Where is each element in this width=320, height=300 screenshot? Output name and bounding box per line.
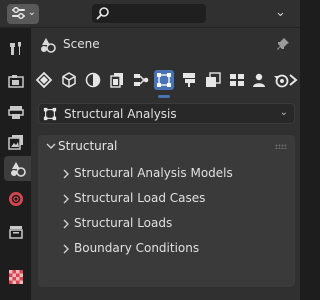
grid-icon[interactable]: [227, 70, 247, 90]
active-tab-indicator: [158, 95, 170, 98]
network-icon[interactable]: [131, 70, 151, 90]
context-header: Scene: [31, 28, 300, 60]
chevron-right-icon[interactable]: [287, 70, 299, 90]
view-layer-icon: [8, 134, 23, 150]
chevron-down-icon: ⌄: [279, 107, 288, 118]
structural-model-icon[interactable]: [154, 70, 174, 90]
search-icon: [96, 7, 109, 20]
subpanel-label: Structural Load Cases: [74, 191, 206, 205]
person-icon[interactable]: [249, 70, 269, 90]
signboard-icon[interactable]: [179, 70, 199, 90]
disclosure-right-icon: [63, 244, 69, 254]
collection-icon: [9, 225, 23, 239]
subpanel-boundary-conditions[interactable]: Boundary Conditions: [38, 237, 295, 261]
documents-icon[interactable]: [107, 70, 127, 90]
tool-icon: [10, 41, 21, 55]
addon-category-dropdown[interactable]: Structural Analysis ⌄: [38, 103, 295, 124]
contrast-icon[interactable]: [83, 70, 103, 90]
subpanel-label: Structural Analysis Models: [74, 166, 233, 180]
header-bar: ⌄ ⌄: [0, 0, 300, 28]
subpanel-load-cases[interactable]: Structural Load Cases: [38, 187, 295, 211]
subpanel-loads[interactable]: Structural Loads: [38, 212, 295, 236]
drag-handle-icon[interactable]: [275, 144, 287, 149]
scene-icon: [10, 161, 26, 177]
cube-icon[interactable]: [59, 70, 79, 90]
disclosure-right-icon: [63, 219, 69, 229]
disclosure-right-icon: [63, 169, 69, 179]
document-stack-icon[interactable]: [203, 70, 223, 90]
tab-render[interactable]: [3, 68, 29, 93]
disclosure-right-icon: [63, 194, 69, 204]
properties-panel: Scene Structural Analysis ⌄ Structural S…: [31, 28, 300, 300]
chevron-down-icon[interactable]: ⌄: [275, 5, 286, 20]
tab-scene[interactable]: [4, 156, 31, 181]
panel-title: Structural: [58, 139, 118, 153]
texture-icon: [9, 269, 23, 284]
structural-analysis-icon[interactable]: [34, 70, 54, 90]
structural-panel-header[interactable]: Structural: [38, 135, 295, 159]
tab-world[interactable]: [3, 186, 29, 211]
properties-tab-strip: [0, 28, 31, 300]
structural-panel: Structural Structural Analysis Models St…: [38, 135, 295, 287]
properties-icon: [12, 7, 25, 20]
tab-output[interactable]: [3, 99, 29, 124]
structural-model-icon: [43, 107, 57, 121]
dropdown-label: Structural Analysis: [64, 107, 177, 121]
context-label: Scene: [63, 37, 100, 51]
render-icon: [8, 74, 24, 88]
tab-texture[interactable]: [3, 264, 29, 289]
disclosure-down-icon: [46, 143, 56, 149]
editor-type-button[interactable]: ⌄: [7, 4, 39, 24]
world-icon: [9, 191, 23, 206]
tab-collection[interactable]: [3, 219, 29, 244]
search-field[interactable]: [92, 4, 206, 23]
scene-icon: [41, 38, 56, 53]
chevron-down-icon: ⌄: [27, 7, 36, 18]
subpanel-analysis-models[interactable]: Structural Analysis Models: [38, 162, 295, 186]
tab-tool[interactable]: [3, 35, 29, 60]
output-icon: [8, 105, 24, 119]
addon-icon-row: [31, 66, 300, 98]
subpanel-label: Boundary Conditions: [74, 241, 200, 255]
pin-icon[interactable]: [276, 37, 290, 51]
search-input[interactable]: [114, 6, 202, 21]
tab-view-layer[interactable]: [3, 129, 29, 154]
subpanel-label: Structural Loads: [74, 216, 173, 230]
